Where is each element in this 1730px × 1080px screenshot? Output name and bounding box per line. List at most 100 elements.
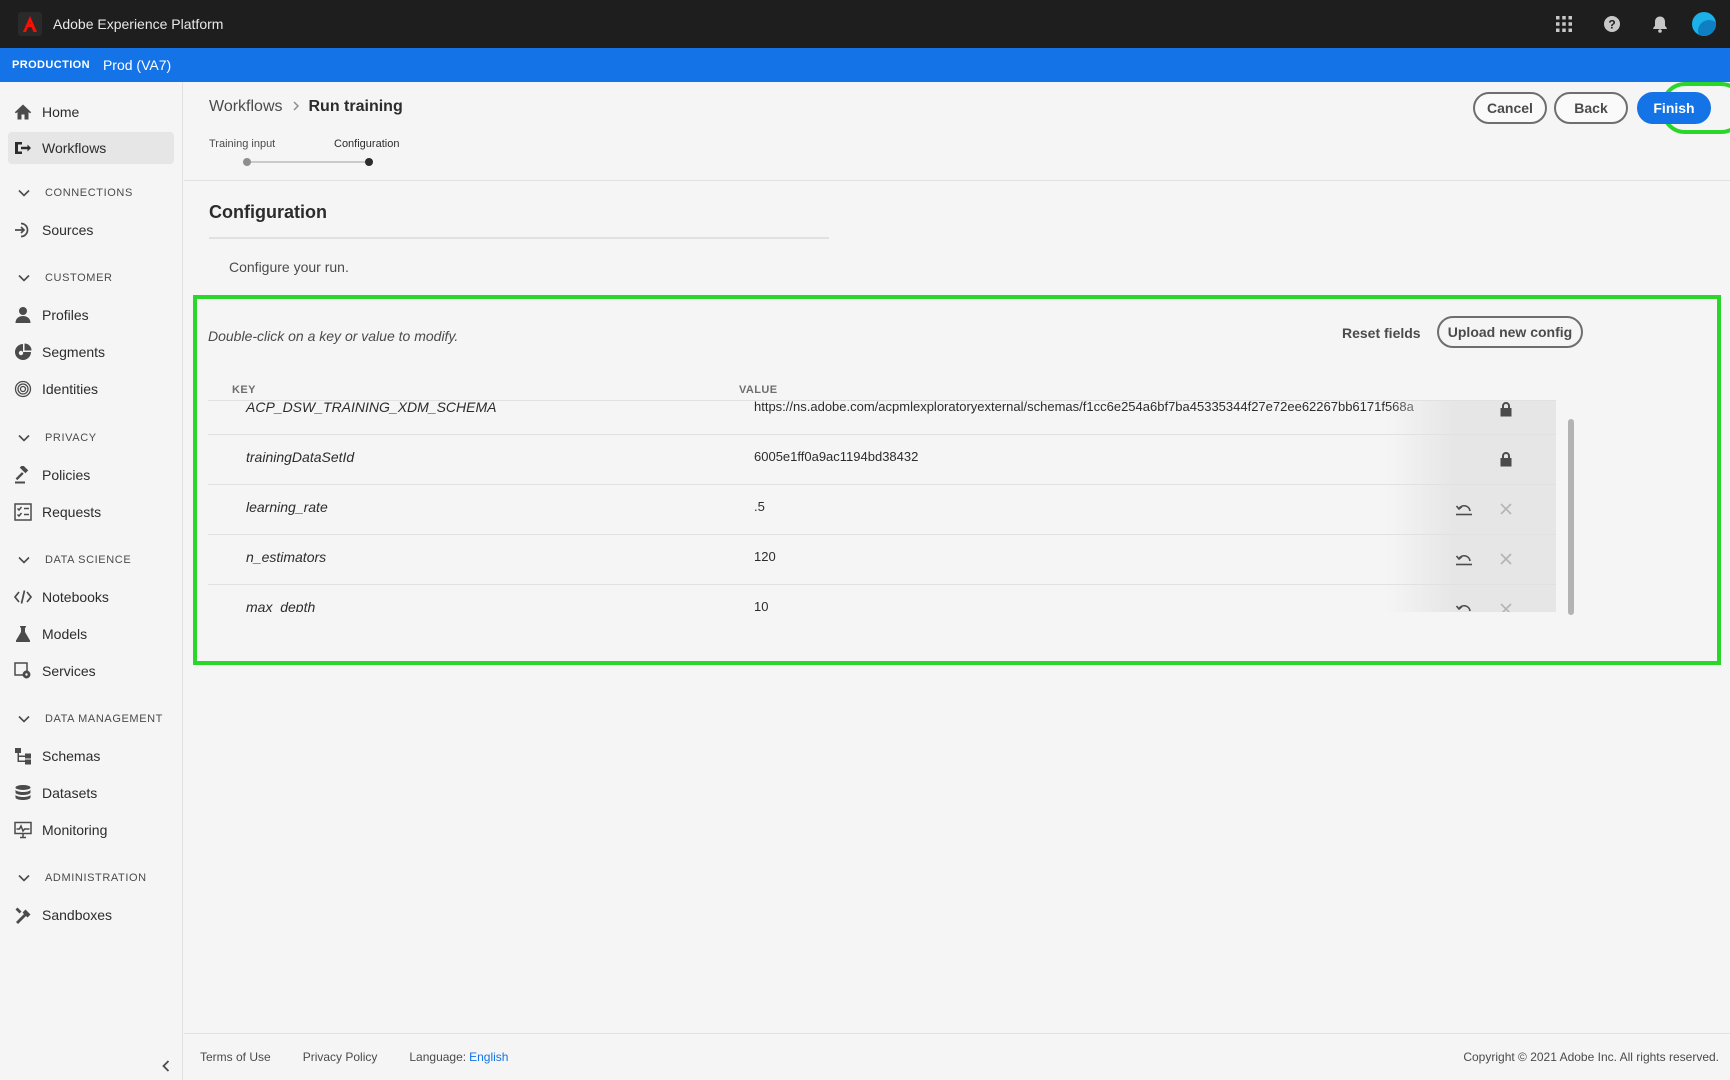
chevron-right-icon [292, 100, 300, 114]
collapse-sidebar-icon[interactable] [158, 1058, 174, 1074]
config-key[interactable]: trainingDataSetId [246, 449, 354, 465]
config-editor: Double-click on a key or value to modify… [193, 295, 1721, 665]
privacy-policy-link[interactable]: Privacy Policy [303, 1050, 378, 1064]
config-key[interactable]: max_depth [246, 599, 315, 612]
table-row[interactable]: max_depth 10 [208, 585, 1556, 612]
nav-section-privacy[interactable]: PRIVACY [18, 432, 97, 444]
table-row[interactable]: n_estimators 120 [208, 535, 1556, 585]
upload-config-button[interactable]: Upload new config [1437, 316, 1583, 348]
language-label: Language: [409, 1050, 467, 1064]
step-training-input[interactable]: Training input [209, 138, 275, 150]
nav-item-sandboxes[interactable]: Sandboxes [8, 899, 174, 931]
app-title[interactable]: Adobe Experience Platform [53, 16, 223, 32]
nav-section-data-science[interactable]: DATA SCIENCE [18, 554, 131, 566]
environment-bar: PRODUCTION Prod (VA7) [0, 48, 1730, 82]
header-divider [184, 180, 1730, 181]
nav-item-workflows[interactable]: Workflows [8, 132, 174, 164]
workflows-icon [14, 139, 32, 157]
language-selector[interactable]: Language: English [409, 1050, 508, 1064]
nav-item-models[interactable]: Models [8, 618, 174, 650]
row-actions [1386, 535, 1556, 584]
config-key[interactable]: learning_rate [246, 499, 328, 515]
user-avatar[interactable] [1692, 12, 1716, 36]
nav-section-administration[interactable]: ADMINISTRATION [18, 872, 147, 884]
help-icon[interactable]: ? [1588, 0, 1636, 48]
breadcrumb-workflows-link[interactable]: Workflows [209, 98, 283, 116]
nav-item-monitoring[interactable]: Monitoring [8, 814, 174, 846]
remove-icon[interactable] [1497, 500, 1515, 518]
nav-item-schemas[interactable]: Schemas [8, 740, 174, 772]
gavel-icon [14, 466, 32, 484]
undo-icon[interactable] [1455, 600, 1473, 612]
nav-section-data-management[interactable]: DATA MANAGEMENT [18, 713, 163, 725]
language-value[interactable]: English [469, 1050, 508, 1064]
nav-item-sources[interactable]: Sources [8, 214, 174, 246]
database-icon [14, 784, 32, 802]
environment-label: PRODUCTION [12, 59, 90, 71]
page-title: Run training [308, 98, 403, 115]
back-button[interactable]: Back [1554, 92, 1628, 124]
config-value[interactable]: 10 [754, 599, 768, 612]
section-label: CUSTOMER [45, 272, 113, 284]
adobe-logo-icon[interactable] [18, 12, 42, 36]
nav-item-label: Services [42, 663, 96, 679]
config-key[interactable]: ACP_DSW_TRAINING_XDM_SCHEMA [246, 401, 497, 415]
nav-item-services[interactable]: Services [8, 655, 174, 687]
chevron-down-icon [18, 434, 30, 442]
chevron-down-icon [18, 189, 30, 197]
sandbox-switcher[interactable]: Prod (VA7) [103, 57, 171, 73]
terms-of-use-link[interactable]: Terms of Use [200, 1050, 271, 1064]
config-value[interactable]: 6005e1ff0a9ac1194bd38432 [754, 449, 918, 464]
config-value[interactable]: 120 [754, 549, 776, 564]
config-value[interactable]: .5 [754, 499, 765, 514]
nav-item-policies[interactable]: Policies [8, 459, 174, 491]
nav-item-home[interactable]: Home [8, 96, 174, 128]
table-row[interactable]: learning_rate .5 [208, 485, 1556, 535]
nav-section-connections[interactable]: CONNECTIONS [18, 187, 133, 199]
config-value[interactable]: https://ns.adobe.com/acpmlexploratoryext… [754, 401, 1414, 414]
table-scrollbar[interactable] [1568, 419, 1574, 615]
table-row[interactable]: ACP_DSW_TRAINING_XDM_SCHEMA https://ns.a… [208, 401, 1556, 435]
config-description: Configure your run. [229, 259, 349, 275]
finish-button[interactable]: Finish [1637, 92, 1711, 124]
footer: Terms of Use Privacy Policy Language: Eng… [184, 1033, 1730, 1080]
copyright-text: Copyright © 2021 Adobe Inc. All rights r… [1463, 1050, 1719, 1064]
undo-icon[interactable] [1455, 550, 1473, 568]
cancel-button[interactable]: Cancel [1473, 92, 1547, 124]
notifications-bell-icon[interactable] [1636, 0, 1684, 48]
config-key[interactable]: n_estimators [246, 549, 326, 565]
nav-item-label: Requests [42, 504, 102, 520]
chevron-down-icon [18, 274, 30, 282]
nav-item-datasets[interactable]: Datasets [8, 777, 174, 809]
remove-icon[interactable] [1497, 550, 1515, 568]
services-gear-icon [14, 662, 32, 680]
scrollbar-thumb[interactable] [1568, 419, 1574, 615]
step-configuration[interactable]: Configuration [334, 138, 399, 150]
chevron-down-icon [18, 874, 30, 882]
nav-item-segments[interactable]: Segments [8, 336, 174, 368]
step-progress: Training input Configuration [209, 138, 409, 178]
home-icon [14, 103, 32, 121]
section-title: Configuration [209, 202, 327, 222]
row-actions [1386, 485, 1556, 534]
nav-section-customer[interactable]: CUSTOMER [18, 272, 113, 284]
app-switcher-icon[interactable] [1540, 0, 1588, 48]
section-divider [209, 237, 829, 239]
nav-item-label: Models [42, 626, 88, 642]
undo-icon[interactable] [1455, 500, 1473, 518]
nav-item-notebooks[interactable]: Notebooks [8, 581, 174, 613]
remove-icon[interactable] [1497, 600, 1515, 612]
nav-item-profiles[interactable]: Profiles [8, 299, 174, 331]
reset-fields-button[interactable]: Reset fields [1342, 321, 1421, 345]
nav-item-label: Policies [42, 467, 91, 483]
step-dot-current [365, 158, 373, 166]
nav-item-label: Sources [42, 222, 94, 238]
chevron-down-icon [18, 556, 30, 564]
nav-item-identities[interactable]: Identities [8, 373, 174, 405]
section-label: CONNECTIONS [45, 187, 133, 199]
code-icon [14, 588, 32, 606]
table-row[interactable]: trainingDataSetId 6005e1ff0a9ac1194bd384… [208, 435, 1556, 485]
nav-item-requests[interactable]: Requests [8, 496, 174, 528]
row-actions [1386, 585, 1556, 612]
nav-item-label: Schemas [42, 748, 101, 764]
